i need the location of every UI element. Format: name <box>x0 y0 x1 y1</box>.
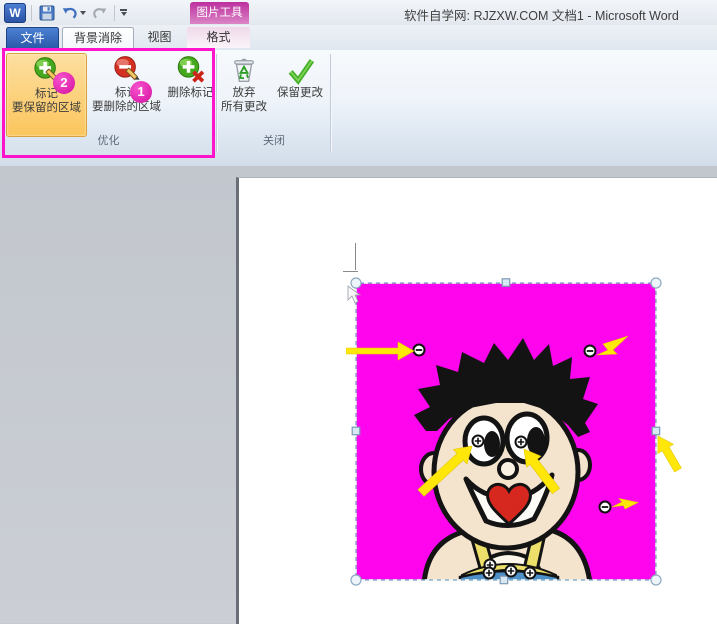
delete-mark-button[interactable]: 删除标记 <box>167 53 214 135</box>
resize-handle-top-right[interactable] <box>650 277 662 289</box>
group-separator <box>216 54 217 152</box>
button-label: 要保留的区域 <box>12 102 81 114</box>
undo-dropdown-caret[interactable] <box>80 10 86 15</box>
remove-marker <box>583 344 597 358</box>
customize-caret-icon <box>120 11 127 16</box>
resize-handle-bottom[interactable] <box>499 575 509 585</box>
resize-handle-right[interactable] <box>651 426 661 436</box>
undo-button[interactable] <box>60 3 87 23</box>
tab-file[interactable]: 文件 <box>6 27 59 50</box>
resize-handle-left[interactable] <box>351 426 361 436</box>
keep-marker <box>523 566 537 580</box>
tab-view[interactable]: 视图 <box>136 27 183 48</box>
ribbon-group-refine: 标记 要保留的区域 标记 要删除的区域 删除标记 2 1 优化 <box>2 50 215 160</box>
button-label: 所有更改 <box>221 101 267 113</box>
button-label: 保留更改 <box>277 87 323 99</box>
delete-mark-icon <box>177 56 204 83</box>
qat-separator <box>114 4 115 21</box>
customize-quick-access-button[interactable] <box>120 9 127 16</box>
group-label-refine: 优化 <box>97 135 120 147</box>
quick-access-toolbar: W <box>0 0 127 25</box>
resize-handle-bottom-left[interactable] <box>350 574 362 586</box>
window-title: 软件自学网: RJZXW.COM 文档1 - Microsoft Word <box>404 9 679 23</box>
annotation-arrow <box>657 435 682 473</box>
discard-all-changes-button[interactable]: 放弃 所有更改 <box>218 53 270 135</box>
mark-areas-to-keep-button[interactable]: 标记 要保留的区域 <box>6 53 87 137</box>
margin-corner-mark <box>343 271 358 272</box>
button-label: 删除标记 <box>167 87 214 99</box>
discard-all-changes-icon <box>234 58 254 82</box>
keep-changes-icon <box>288 59 315 85</box>
tab-format[interactable]: 格式 <box>187 27 250 48</box>
keep-marker <box>514 435 528 449</box>
margin-corner-mark <box>355 243 356 270</box>
picture-canvas[interactable] <box>346 273 686 593</box>
resize-handle-bottom-right[interactable] <box>650 574 662 586</box>
keep-marker <box>482 566 496 580</box>
save-button[interactable] <box>37 3 57 23</box>
button-label: 要删除的区域 <box>92 101 161 113</box>
title-bar: W 软件自学网: RJZXW.COM 文档1 - Microsoft Word … <box>0 0 717 26</box>
undo-icon <box>62 7 77 19</box>
resize-handle-top[interactable] <box>501 278 511 287</box>
resize-handle-top-left[interactable] <box>350 277 362 289</box>
group-label-close: 关闭 <box>263 135 285 147</box>
keep-marker <box>471 434 485 448</box>
save-icon <box>39 5 55 20</box>
redo-button[interactable] <box>90 3 109 23</box>
step-badge-1: 1 <box>130 81 152 103</box>
ribbon-group-close: 放弃 所有更改 保留更改 关闭 <box>218 50 330 160</box>
ribbon: 标记 要保留的区域 标记 要删除的区域 删除标记 2 1 优化 放弃 所有更改 … <box>0 50 717 167</box>
pupil <box>527 427 545 455</box>
remove-marker <box>412 343 426 357</box>
qat-separator <box>31 4 32 21</box>
remove-marker <box>598 500 612 514</box>
pupil <box>484 431 500 457</box>
button-label: 放弃 <box>232 87 256 99</box>
keep-marker <box>504 564 518 578</box>
word-logo-icon[interactable]: W <box>4 2 26 23</box>
mark-areas-to-remove-button[interactable]: 标记 要删除的区域 <box>87 53 166 135</box>
keep-changes-button[interactable]: 保留更改 <box>272 53 328 135</box>
ribbon-tab-row: 文件 背景消除 视图 格式 <box>0 25 717 51</box>
group-separator <box>330 54 331 152</box>
tab-background-removal[interactable]: 背景消除 <box>62 27 134 51</box>
nose <box>497 458 519 480</box>
picture-tools-header: 图片工具 <box>190 2 249 24</box>
step-badge-2: 2 <box>53 72 75 94</box>
redo-icon <box>93 7 107 18</box>
